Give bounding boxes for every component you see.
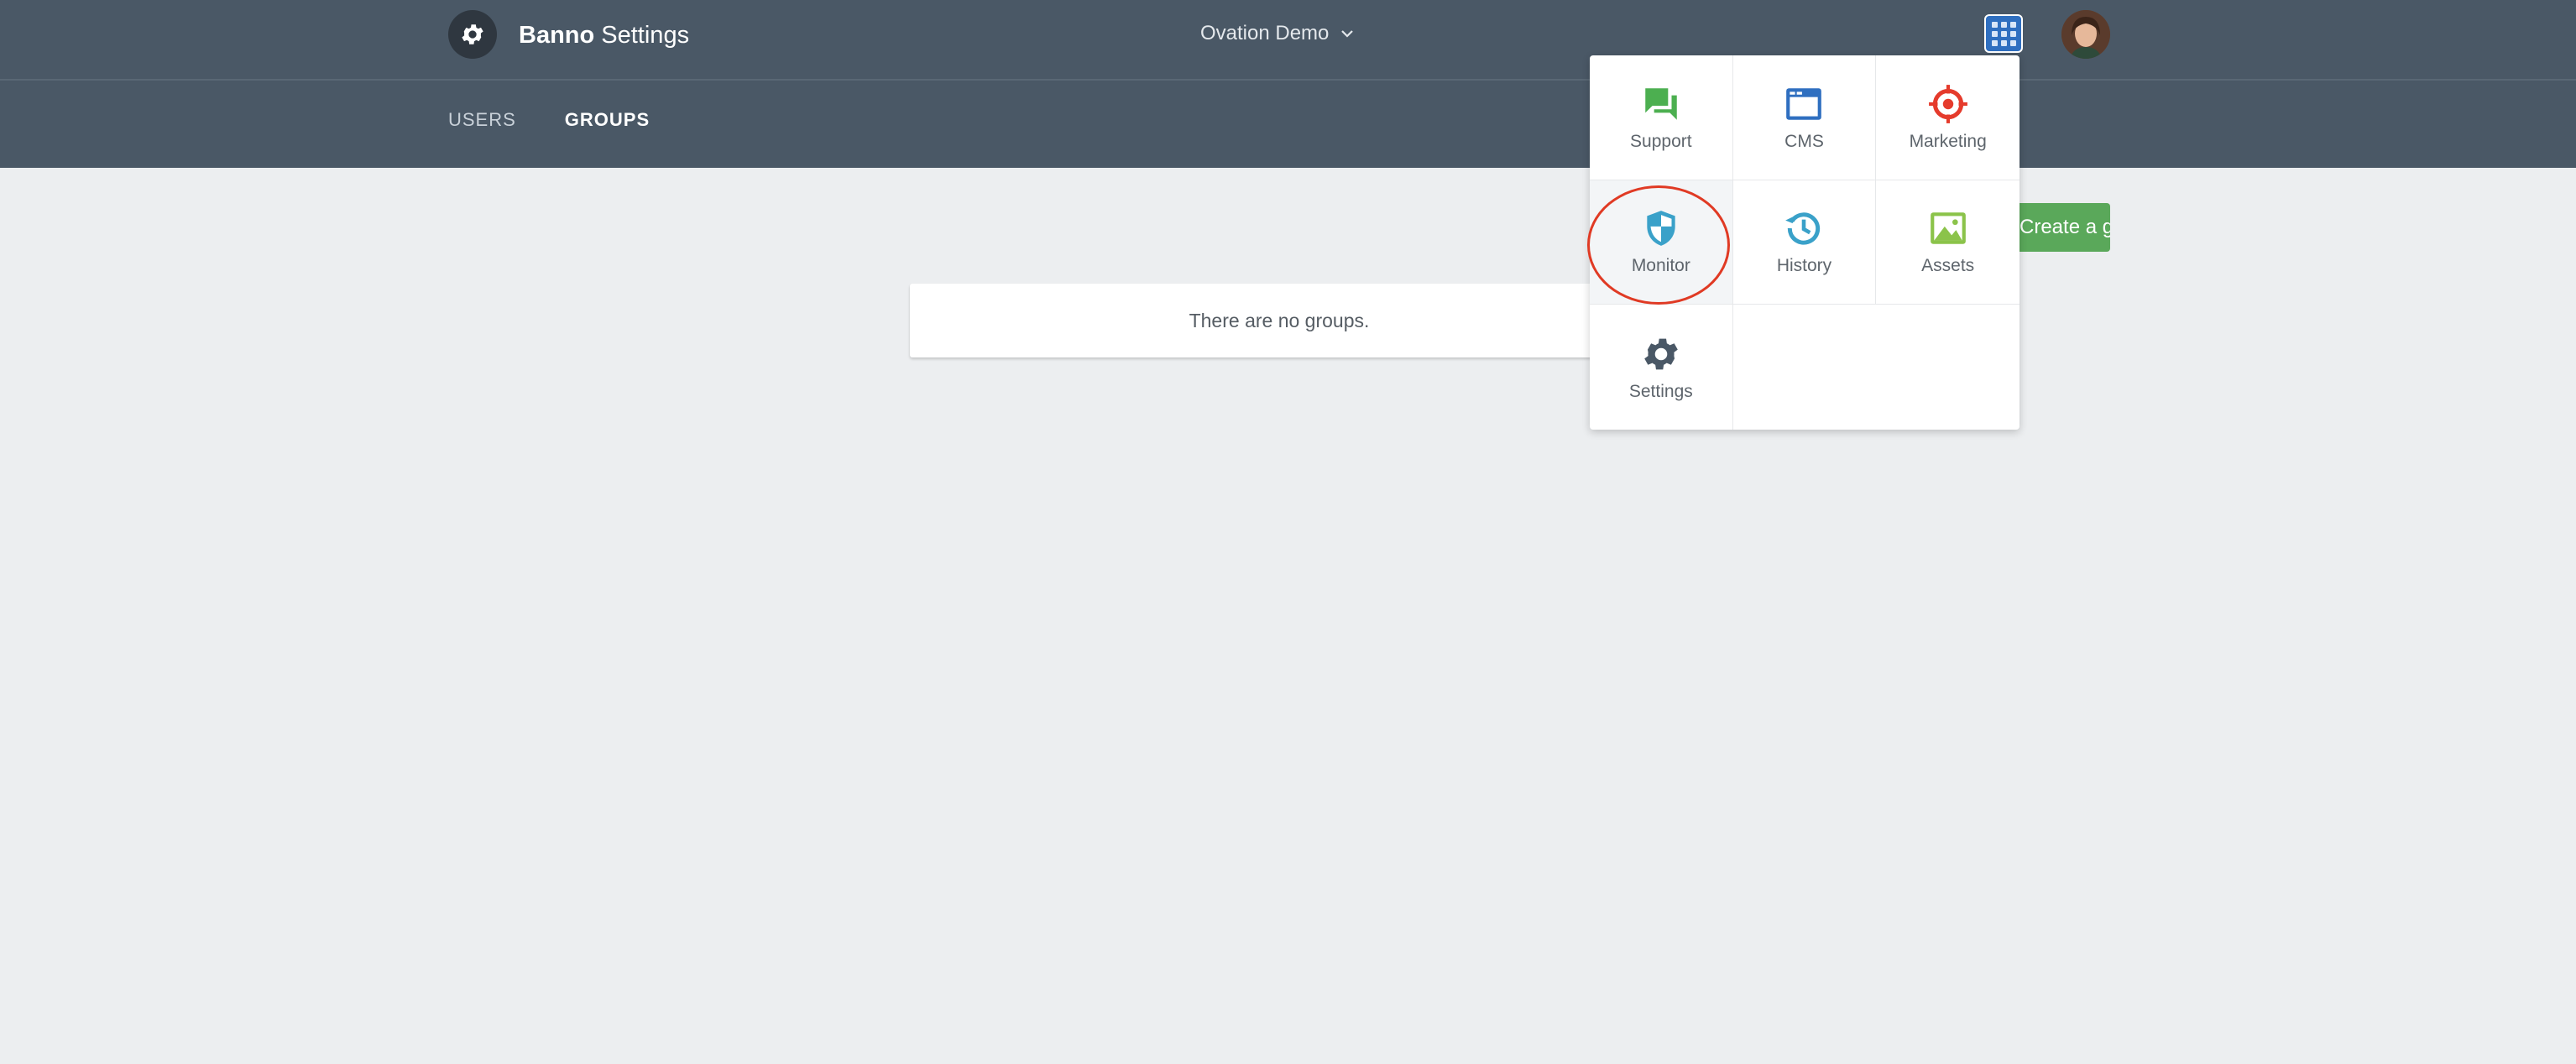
image-icon bbox=[1930, 212, 1966, 245]
header-divider bbox=[0, 79, 2576, 81]
tab-users-label: USERS bbox=[448, 109, 516, 130]
empty-state-message: There are no groups. bbox=[1189, 310, 1370, 331]
top-bar: Banno Settings Ovation Demo USERS GROUPS bbox=[0, 0, 2576, 178]
app-tile-label: Settings bbox=[1628, 381, 1693, 401]
app-tile-label: Support bbox=[1630, 131, 1692, 151]
app-tile-label: Marketing bbox=[1909, 131, 1987, 151]
empty-tile bbox=[1876, 305, 2020, 430]
gear-icon bbox=[462, 24, 483, 44]
org-selector[interactable]: Ovation Demo bbox=[1200, 18, 1354, 49]
brand-name: Banno bbox=[519, 22, 595, 49]
empty-tile bbox=[1733, 305, 1877, 430]
app-tile-label: History bbox=[1776, 256, 1832, 276]
app-logo[interactable] bbox=[448, 10, 497, 59]
app-name: Settings bbox=[601, 22, 690, 49]
grid-dot bbox=[1991, 21, 1998, 28]
app-tile-settings[interactable]: Settings bbox=[1590, 305, 1733, 430]
apps-grid-button[interactable] bbox=[1984, 14, 2023, 53]
grid-dot bbox=[1991, 39, 1998, 46]
org-selector-label: Ovation Demo bbox=[1200, 22, 1330, 44]
highlight-annotation-circle bbox=[1587, 185, 1730, 305]
app-tile-label: CMS bbox=[1784, 131, 1824, 151]
avatar-image bbox=[2061, 10, 2110, 59]
active-tab-indicator bbox=[599, 170, 615, 178]
app-title: Banno Settings bbox=[519, 18, 689, 52]
grid-dot bbox=[2000, 30, 2007, 37]
target-icon bbox=[1928, 84, 1967, 123]
grid-dot bbox=[2009, 30, 2016, 37]
tab-groups-label: GROUPS bbox=[564, 109, 651, 130]
tab-users[interactable]: USERS bbox=[448, 107, 516, 141]
create-group-button-label: Create a group bbox=[2020, 216, 2110, 238]
grid-dot bbox=[2000, 21, 2007, 28]
app-tile-cms[interactable]: CMS bbox=[1732, 55, 1877, 180]
app-tile-support[interactable]: Support bbox=[1590, 55, 1733, 180]
gear-icon bbox=[1644, 338, 1678, 369]
grid-dot bbox=[2009, 21, 2016, 28]
app-tile-label: Assets bbox=[1921, 256, 1975, 276]
user-avatar[interactable] bbox=[2061, 10, 2110, 59]
grid-dot bbox=[2009, 39, 2016, 46]
chat-bubbles-icon bbox=[1645, 88, 1677, 120]
chevron-down-icon bbox=[1341, 30, 1354, 38]
app-tile-marketing[interactable]: Marketing bbox=[1876, 55, 2020, 180]
browser-window-icon bbox=[1786, 88, 1822, 120]
grid-dot bbox=[2000, 39, 2007, 46]
tab-groups[interactable]: GROUPS bbox=[564, 107, 651, 178]
app-tile-assets[interactable]: Assets bbox=[1876, 180, 2020, 305]
history-clock-icon bbox=[1785, 212, 1821, 246]
tab-bar: USERS GROUPS bbox=[448, 107, 651, 178]
app-tile-history[interactable]: History bbox=[1732, 180, 1877, 305]
empty-state-card: There are no groups. bbox=[910, 284, 1649, 357]
grid-dot bbox=[1991, 30, 1998, 37]
